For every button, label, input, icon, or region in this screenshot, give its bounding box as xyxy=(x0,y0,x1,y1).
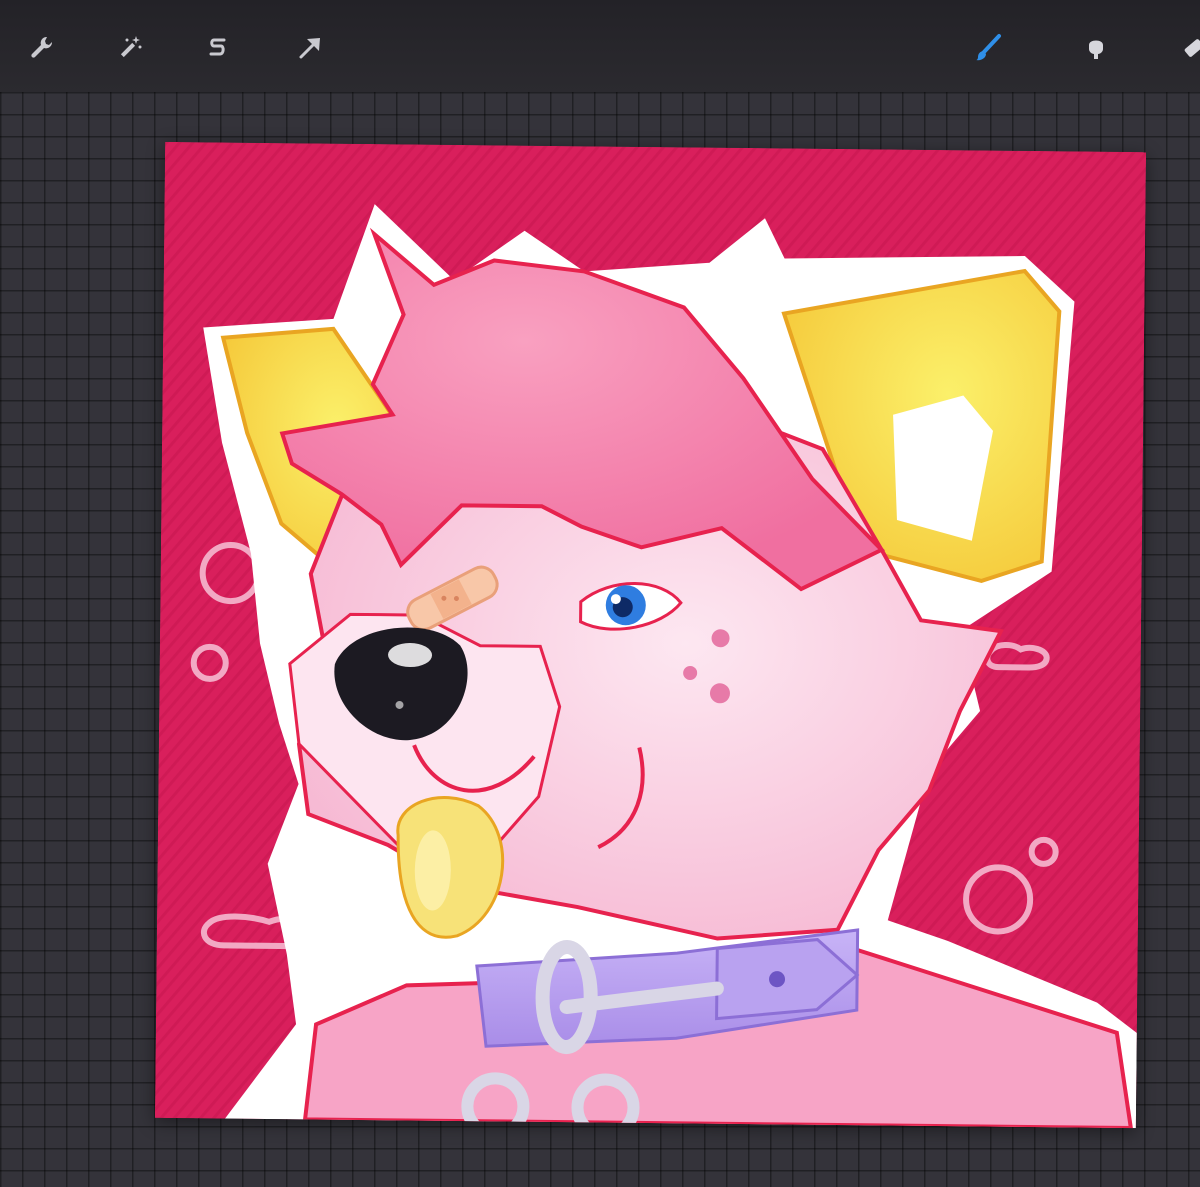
actions-button[interactable] xyxy=(20,28,64,72)
drawing-canvas[interactable] xyxy=(154,141,1147,1129)
smudge-icon xyxy=(1081,33,1111,67)
magic-wand-icon xyxy=(115,33,145,67)
wrench-icon xyxy=(27,33,57,67)
eraser-tool-button[interactable] xyxy=(1172,28,1200,72)
selection-button[interactable] xyxy=(196,28,240,72)
top-toolbar xyxy=(0,0,1200,93)
artwork-illustration xyxy=(154,141,1147,1129)
workspace-grid xyxy=(0,92,1200,1187)
drawing-app xyxy=(0,0,1200,1187)
transform-button[interactable] xyxy=(288,28,332,72)
arrow-cursor-icon xyxy=(295,33,325,67)
eraser-icon xyxy=(1179,33,1200,67)
brush-tool-button[interactable] xyxy=(966,28,1010,72)
adjustments-button[interactable] xyxy=(108,28,152,72)
brush-icon xyxy=(973,33,1003,67)
selection-s-icon xyxy=(203,33,233,67)
smudge-tool-button[interactable] xyxy=(1074,28,1118,72)
